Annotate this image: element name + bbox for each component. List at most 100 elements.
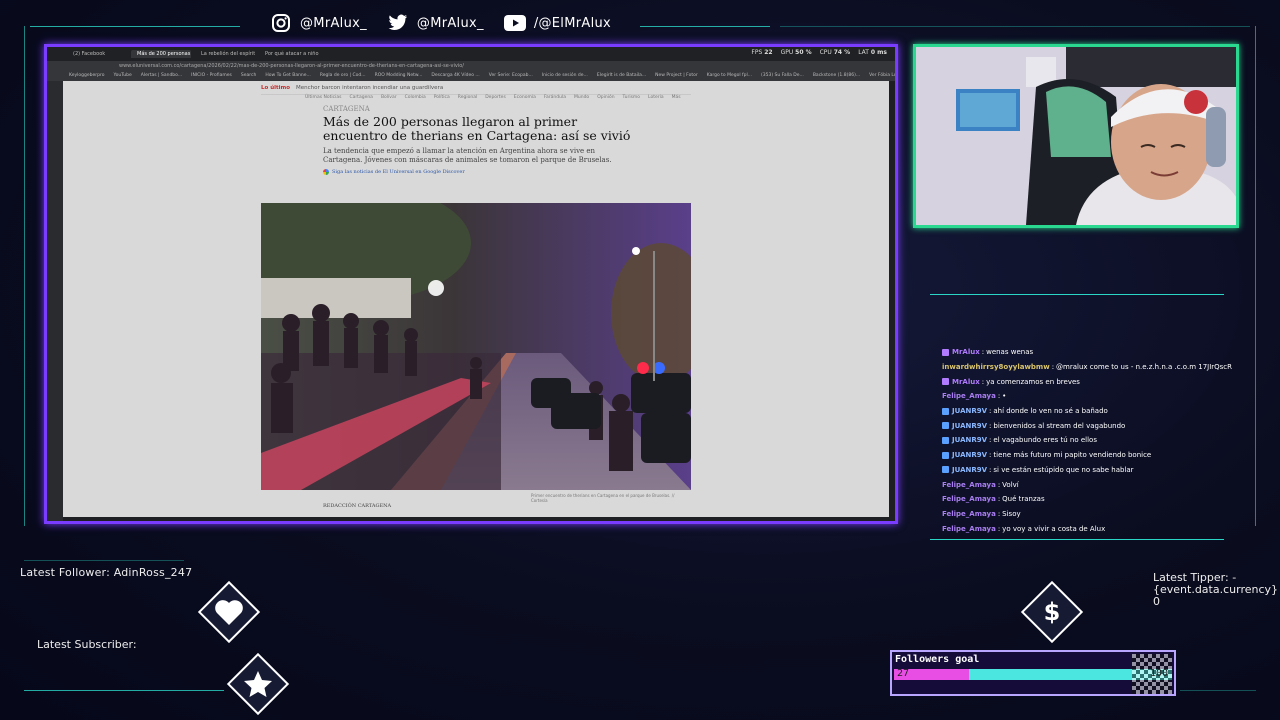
- nav-link[interactable]: Turismo: [623, 95, 641, 100]
- social-youtube[interactable]: /@ElMrAlux: [503, 12, 611, 34]
- nav-link[interactable]: Cartagena: [349, 95, 373, 100]
- chat-badge-icon: [942, 466, 949, 474]
- bookmark[interactable]: INICIO - Profiames: [191, 71, 232, 81]
- chat-separator: :: [997, 524, 1001, 533]
- google-news-link[interactable]: Siga las noticias de El Universal en Goo…: [323, 169, 691, 175]
- article-section[interactable]: CARTAGENA: [323, 105, 691, 113]
- breaking-text[interactable]: Menchor barcon intentaron incendiar una …: [296, 85, 443, 91]
- chat-username[interactable]: Felipe_Amaya: [942, 481, 996, 489]
- chat-separator: :: [997, 495, 1001, 504]
- nav-link[interactable]: Deportes: [485, 95, 506, 100]
- bookmark[interactable]: Elegirlt is de Bataila...: [597, 71, 646, 81]
- hud-line: [780, 26, 1250, 27]
- chat-username[interactable]: Felipe_Amaya: [942, 495, 996, 503]
- chat-username[interactable]: Felipe_Amaya: [942, 510, 996, 518]
- chat-message: MrAlux: wenas wenas: [942, 345, 1220, 360]
- gpu-value: 50 %: [795, 49, 812, 56]
- chat-username[interactable]: MrAlux: [952, 348, 980, 356]
- chat-message: JUANR9V: bienvenidos al stream del vagabu…: [942, 418, 1220, 433]
- chat-message: MrAlux: ya comenzamos en breves: [942, 374, 1220, 389]
- social-instagram[interactable]: @MrAlux_: [270, 12, 367, 34]
- chat-username[interactable]: JUANR9V: [952, 422, 987, 430]
- nav-link[interactable]: Opinión: [597, 95, 614, 100]
- bookmark[interactable]: Ver Fóbia Lozaber...: [869, 71, 895, 81]
- bookmark[interactable]: Inicio de sesión de...: [542, 71, 588, 81]
- bookmark[interactable]: YouTube: [113, 71, 131, 81]
- hud-line: [24, 560, 184, 561]
- nav-link[interactable]: Regional: [458, 95, 477, 100]
- youtube-icon: [503, 12, 526, 34]
- latest-follower: Latest Follower: AdinRoss_247: [20, 566, 193, 579]
- social-twitter[interactable]: @MrAlux_: [387, 12, 484, 34]
- chat-username[interactable]: Felipe_Amaya: [942, 525, 996, 533]
- chat-separator: :: [997, 480, 1001, 489]
- browser-tab[interactable]: La rebelión del espíritu...: [195, 50, 255, 58]
- nav-link[interactable]: Bolívar: [381, 95, 397, 100]
- chat-badge-icon: [942, 407, 949, 415]
- article-lede: La tendencia que empezó a llamar la aten…: [323, 147, 612, 164]
- chat-separator: :: [989, 465, 992, 474]
- browser-tab[interactable]: (2) Facebook: [67, 50, 127, 58]
- browser-side-rail: [47, 81, 63, 521]
- article-byline: REDACCIÓN CARTAGENA: [323, 503, 392, 509]
- bookmark[interactable]: Kargo to Megol fpl...: [707, 71, 752, 81]
- breaking-label: Lo último: [261, 84, 291, 91]
- chat-text: Volví: [1002, 480, 1019, 489]
- screen-capture: (2) Facebook Más de 200 personas ll... L…: [44, 44, 898, 524]
- bookmark[interactable]: Regla de oro | Cod...: [320, 71, 366, 81]
- chat-badge-icon: [942, 451, 949, 459]
- chat-username[interactable]: JUANR9V: [952, 407, 987, 415]
- nav-link[interactable]: Colombia: [405, 95, 426, 100]
- fps-value: 22: [764, 49, 773, 56]
- article-photo: [261, 203, 691, 490]
- chat-text: yo voy a vivir a costa de Alux: [1002, 524, 1106, 533]
- chat-username[interactable]: JUANR9V: [952, 436, 987, 444]
- chat-message: Felipe_Amaya: Qué tranzas: [942, 492, 1220, 507]
- bookmark[interactable]: Backstone (1.8(86)...: [813, 71, 860, 81]
- bookmark[interactable]: Descarga 4K Vídeo ...: [431, 71, 479, 81]
- chat-username[interactable]: JUANR9V: [952, 451, 987, 459]
- chat-username[interactable]: Felipe_Amaya: [942, 392, 996, 400]
- nav-link[interactable]: Farándula: [544, 95, 566, 100]
- chat-text: ahí donde lo ven no sé a bañado: [993, 407, 1108, 416]
- goal-title: Followers goal: [895, 654, 980, 665]
- article: Lo último Menchor barcon intentaron ince…: [261, 81, 691, 509]
- chat-message: inwardwhirrsy8oyylawbmw: @mralux come to …: [942, 360, 1232, 375]
- bookmark[interactable]: How To Get Banne...: [265, 71, 310, 81]
- nav-link[interactable]: Política: [434, 95, 450, 100]
- nav-link[interactable]: Mundo: [574, 95, 589, 100]
- browser-tab-active[interactable]: Más de 200 personas ll...: [131, 50, 191, 58]
- hud-line: [640, 26, 770, 27]
- hud-line: [1255, 26, 1256, 526]
- google-news-text: Siga las noticias de El Universal en Goo…: [332, 169, 465, 175]
- address-bar[interactable]: www.eluniversal.com.co/cartagena/2026/02…: [47, 61, 895, 71]
- instagram-handle: @MrAlux_: [300, 15, 367, 31]
- nav-link[interactable]: Más: [672, 95, 681, 100]
- social-bar: @MrAlux_ @MrAlux_ /@ElMrAlux: [270, 12, 611, 34]
- chat-message: Felipe_Amaya: Sisoy: [942, 507, 1220, 522]
- bookmark[interactable]: New Project | Fotor: [655, 71, 698, 81]
- chat-badge-icon: [942, 378, 949, 386]
- chat-message: JUANR9V: ahí donde lo ven no sé a bañado: [942, 404, 1220, 419]
- gpu-label: GPU: [780, 49, 794, 56]
- nav-link[interactable]: Economía: [514, 95, 536, 100]
- chat-username[interactable]: inwardwhirrsy8oyylawbmw: [942, 363, 1050, 371]
- chat-username[interactable]: JUANR9V: [952, 466, 987, 474]
- chat-box: MrAlux: wenas wenas inwardwhirrsy8oyylawbm…: [930, 294, 1232, 540]
- browser-tab[interactable]: Por qué atacar a niño por...: [259, 50, 319, 58]
- bookmark[interactable]: (353) Su Falla De...: [761, 71, 804, 81]
- chat-username[interactable]: MrAlux: [952, 378, 980, 386]
- bookmark[interactable]: Keyloggeberpro: [69, 71, 104, 81]
- bookmark[interactable]: Search: [241, 71, 256, 81]
- chat-separator: :: [997, 392, 1001, 401]
- performance-overlay: FPS 22 GPU 50 % CPU 74 % LAT 0 ms: [751, 49, 887, 56]
- nav-link[interactable]: Lotería: [648, 95, 664, 100]
- hud-line: [24, 690, 224, 691]
- bookmark[interactable]: Alertas | Sandbo...: [141, 71, 182, 81]
- twitter-icon: [387, 12, 409, 34]
- chat-text: Sisoy: [1002, 509, 1021, 518]
- webcam-feed: [913, 44, 1239, 228]
- bookmark[interactable]: ROO Modding Netw...: [375, 71, 423, 81]
- nav-link[interactable]: Últimas Noticias: [305, 95, 341, 100]
- bookmark[interactable]: Ver Serie: Ecopab...: [489, 71, 533, 81]
